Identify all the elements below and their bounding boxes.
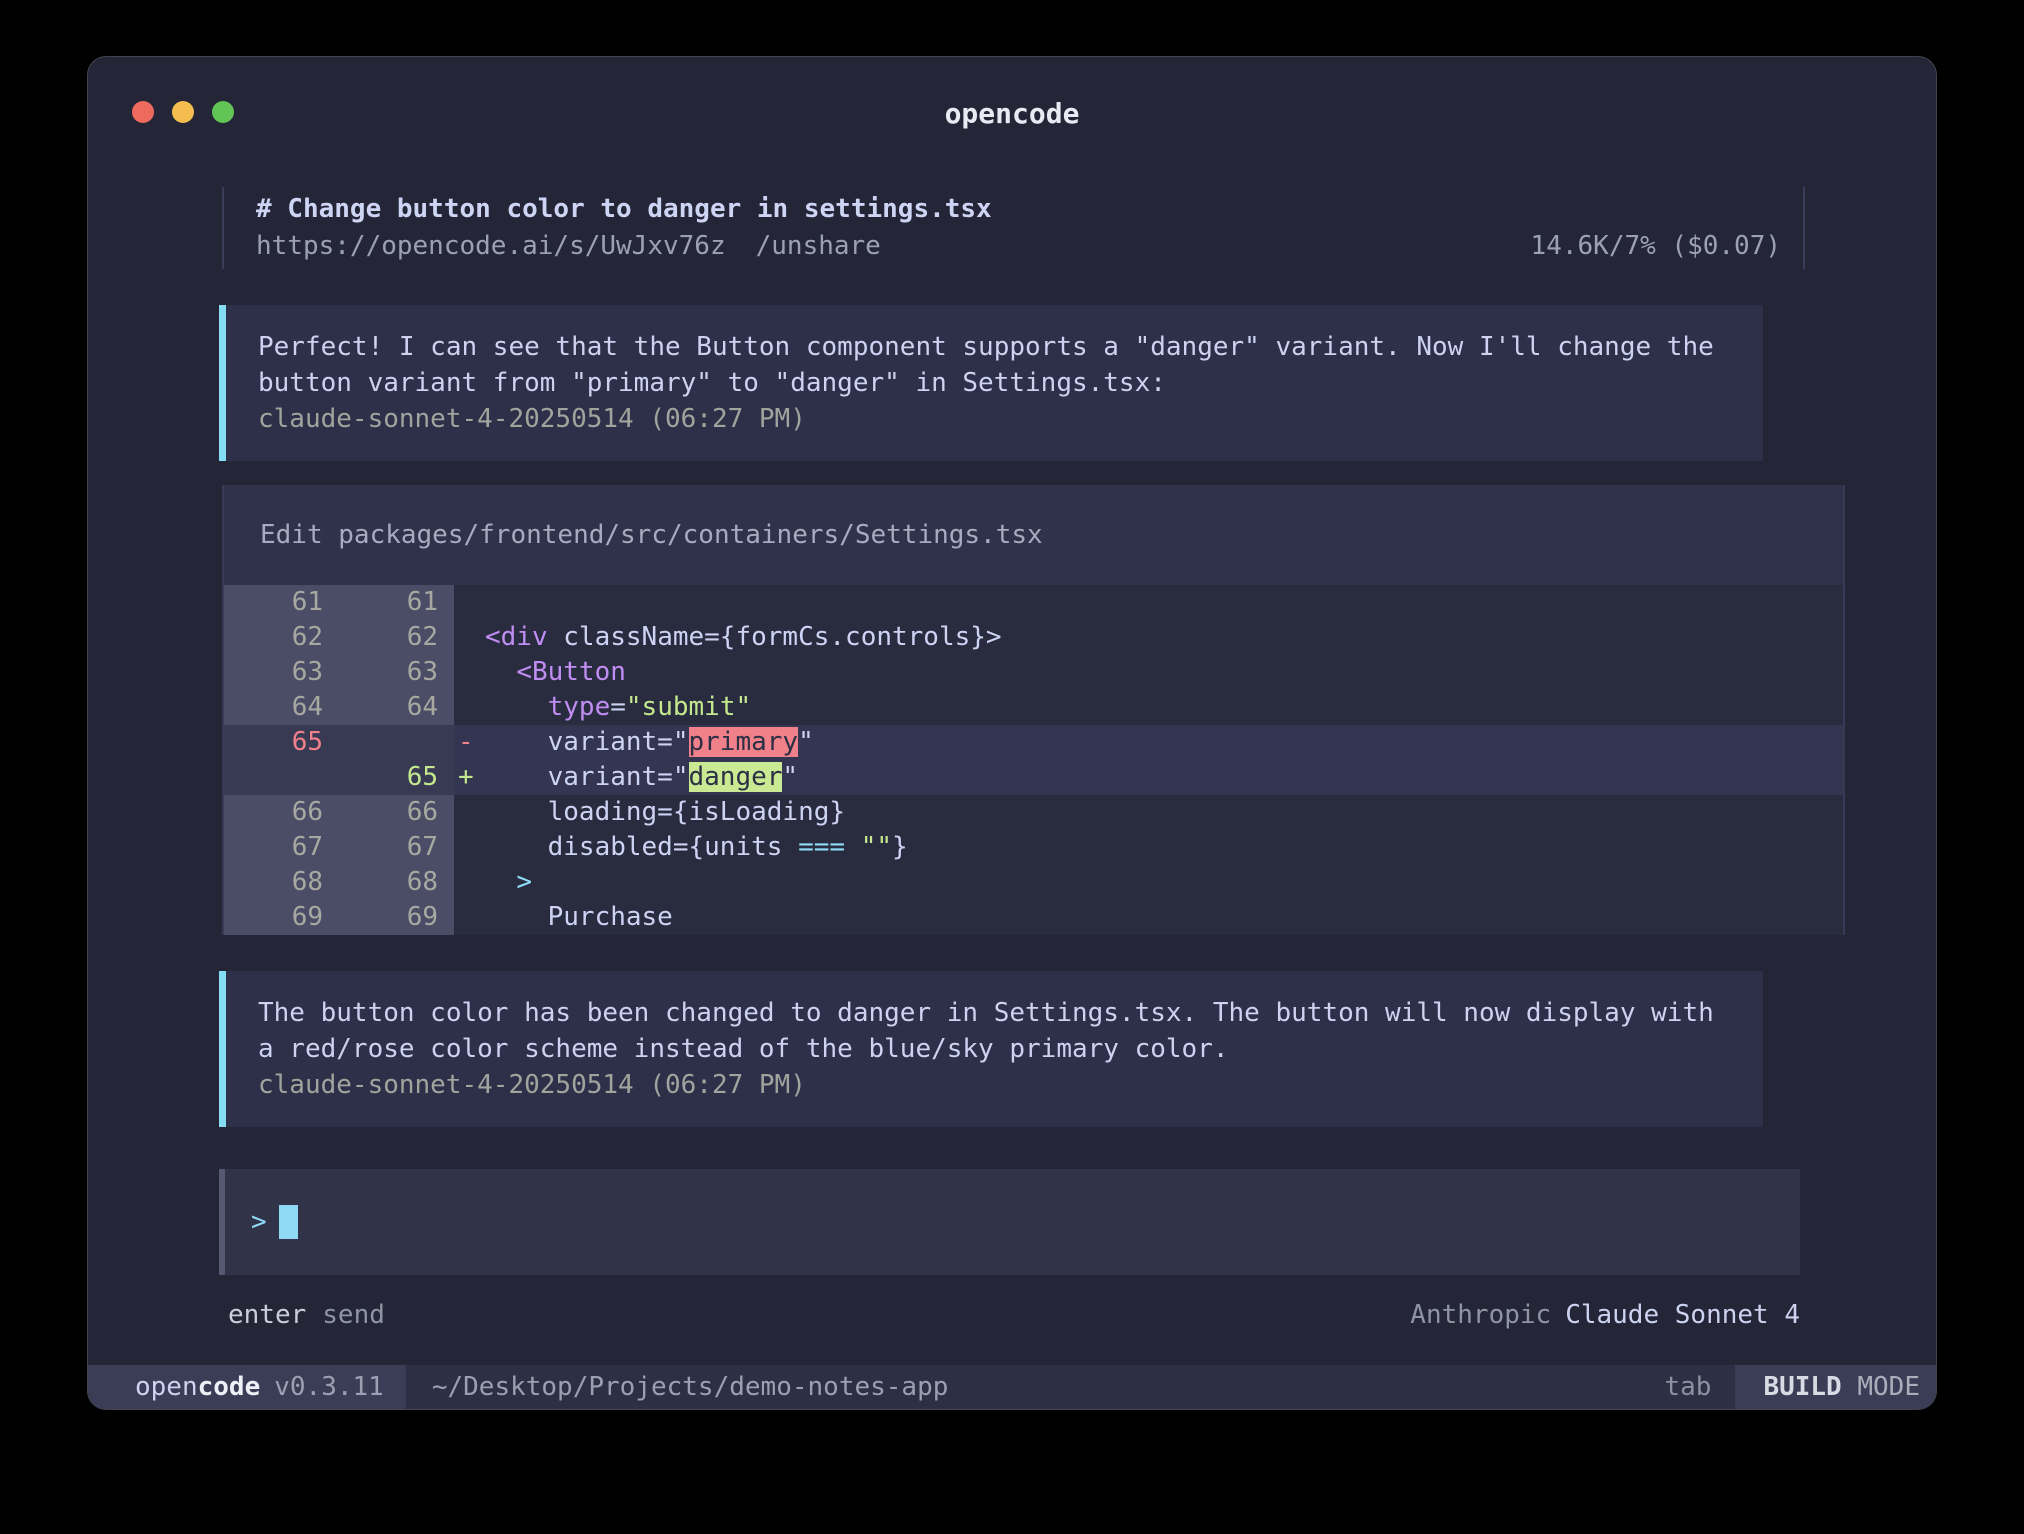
- diff-line-ctx: 6363 <Button: [224, 655, 1843, 690]
- app-name-normal: open: [135, 1372, 198, 1402]
- new-line-number: 61: [339, 585, 454, 620]
- old-line-number: 65: [224, 725, 339, 760]
- opencode-window: opencode # Change button color to danger…: [88, 57, 1936, 1409]
- diff-sign: [454, 830, 485, 865]
- edit-file-path: Edit packages/frontend/src/containers/Se…: [224, 485, 1843, 585]
- diff-sign: [454, 585, 485, 620]
- unshare-command[interactable]: /unshare: [756, 228, 881, 265]
- old-line-number: 68: [224, 865, 339, 900]
- diff-line-ctx: 6464 type="submit": [224, 690, 1843, 725]
- enter-key-hint: enter: [228, 1297, 306, 1333]
- diff-line-del: 65 - variant="primary": [224, 725, 1843, 760]
- prompt-input[interactable]: >: [219, 1169, 1800, 1275]
- diff-line-ctx: 6161: [224, 585, 1843, 620]
- old-line-number: 61: [224, 585, 339, 620]
- code-text: disabled={units === ""}: [485, 830, 1843, 865]
- session-title: # Change button color to danger in setti…: [256, 191, 1781, 228]
- message-text: The button color has been changed to dan…: [258, 995, 1737, 1067]
- new-line-number: 64: [339, 690, 454, 725]
- share-url-link[interactable]: https://opencode.ai/s/UwJxv76z: [256, 228, 726, 265]
- status-bar: opencode v0.3.11 ~/Desktop/Projects/demo-…: [88, 1365, 1936, 1409]
- new-line-number: 69: [339, 900, 454, 935]
- diff-sign: [454, 900, 485, 935]
- diff-line-ctx: 6666 loading={isLoading}: [224, 795, 1843, 830]
- diff-view: 61616262 <div className={formCs.controls}…: [224, 585, 1843, 935]
- model-label: Claude Sonnet 4: [1565, 1297, 1800, 1333]
- tab-key-hint[interactable]: tab: [1664, 1365, 1711, 1409]
- spacer: [948, 1365, 1664, 1409]
- old-line-number: 66: [224, 795, 339, 830]
- code-text: loading={isLoading}: [485, 795, 1843, 830]
- prompt-symbol: >: [251, 1207, 267, 1237]
- window-title: opencode: [88, 97, 1936, 130]
- assistant-message-2: The button color has been changed to dan…: [219, 971, 1763, 1127]
- diff-line-add: 65+ variant="danger": [224, 760, 1843, 795]
- share-row: https://opencode.ai/s/UwJxv76z /unshare …: [256, 228, 1781, 265]
- edit-tool-card: Edit packages/frontend/src/containers/Se…: [222, 485, 1845, 935]
- new-line-number: 62: [339, 620, 454, 655]
- old-line-number: [224, 760, 339, 795]
- diff-sign: [454, 620, 485, 655]
- diff-sign: [454, 655, 485, 690]
- old-line-number: 62: [224, 620, 339, 655]
- message-meta: claude-sonnet-4-20250514 (06:27 PM): [258, 401, 1737, 437]
- new-line-number: [339, 725, 454, 760]
- message-text: Perfect! I can see that the Button compo…: [258, 329, 1737, 401]
- app-version-chip: opencode v0.3.11: [88, 1365, 406, 1409]
- diff-sign: [454, 865, 485, 900]
- new-line-number: 68: [339, 865, 454, 900]
- hint-row: enter send Anthropic Claude Sonnet 4: [228, 1297, 1800, 1333]
- code-text: >: [485, 865, 1843, 900]
- old-line-number: 64: [224, 690, 339, 725]
- diff-sign: [454, 795, 485, 830]
- diff-line-ctx: 6262 <div className={formCs.controls}>: [224, 620, 1843, 655]
- new-line-number: 63: [339, 655, 454, 690]
- titlebar: opencode: [88, 57, 1936, 147]
- mode-name: BUILD: [1763, 1372, 1841, 1402]
- mode-suffix: MODE: [1842, 1372, 1920, 1402]
- diff-line-ctx: 6969 Purchase: [224, 900, 1843, 935]
- diff-line-ctx: 6767 disabled={units === ""}: [224, 830, 1843, 865]
- code-text: <Button: [485, 655, 1843, 690]
- token-usage-stats: 14.6K/7% ($0.07): [1531, 228, 1781, 265]
- provider-label: Anthropic: [1410, 1297, 1551, 1333]
- code-text: variant="primary": [485, 725, 1843, 760]
- old-line-number: 67: [224, 830, 339, 865]
- working-directory: ~/Desktop/Projects/demo-notes-app: [432, 1365, 949, 1409]
- assistant-message-1: Perfect! I can see that the Button compo…: [219, 305, 1763, 461]
- app-name-bold: code: [198, 1372, 261, 1402]
- text-cursor: [279, 1205, 298, 1239]
- app-version: v0.3.11: [274, 1372, 384, 1402]
- code-text: <div className={formCs.controls}>: [485, 620, 1843, 655]
- new-line-number: 67: [339, 830, 454, 865]
- diff-sign: [454, 690, 485, 725]
- old-line-number: 63: [224, 655, 339, 690]
- message-meta: claude-sonnet-4-20250514 (06:27 PM): [258, 1067, 1737, 1103]
- spacer: [881, 228, 1531, 265]
- diff-sign: -: [454, 725, 485, 760]
- new-line-number: 65: [339, 760, 454, 795]
- code-text: Purchase: [485, 900, 1843, 935]
- build-mode-chip: BUILD MODE: [1735, 1365, 1936, 1409]
- code-text: type="submit": [485, 690, 1843, 725]
- code-text: [485, 585, 1843, 620]
- diff-line-ctx: 6868 >: [224, 865, 1843, 900]
- new-line-number: 66: [339, 795, 454, 830]
- diff-sign: +: [454, 760, 485, 795]
- old-line-number: 69: [224, 900, 339, 935]
- session-header: # Change button color to danger in setti…: [222, 187, 1805, 269]
- code-text: variant="danger": [485, 760, 1843, 795]
- spacer: [385, 1297, 1410, 1333]
- send-action-label: send: [322, 1297, 385, 1333]
